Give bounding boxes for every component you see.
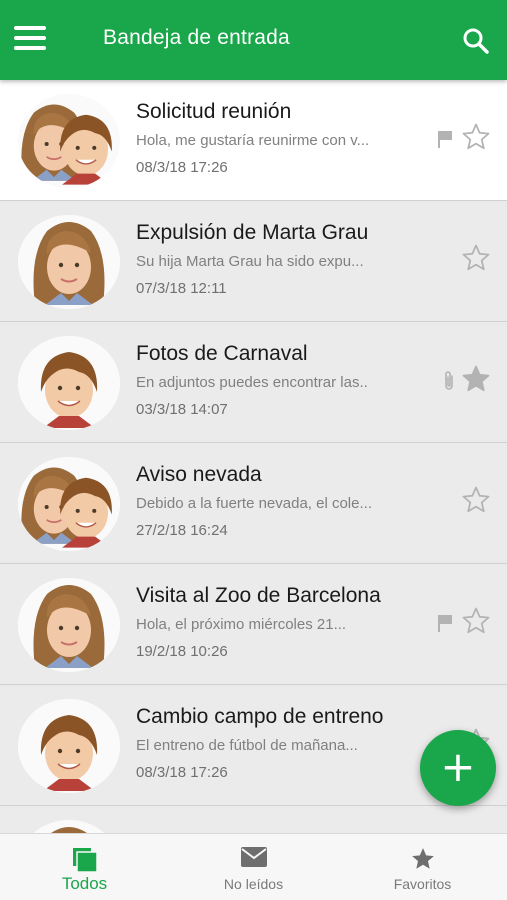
star-outline-icon[interactable] bbox=[461, 485, 491, 515]
tab-label: Favoritos bbox=[393, 876, 452, 892]
email-list: Solicitud reunión Hola, me gustaría reuni… bbox=[0, 80, 507, 833]
star-outline-icon[interactable] bbox=[461, 122, 491, 152]
avatar bbox=[18, 457, 120, 551]
email-text: Expulsión de Marta Grau Su hija Marta Gra… bbox=[136, 221, 426, 297]
email-date: 08/3/18 17:26 bbox=[136, 159, 228, 176]
email-subject: Solicitud reunión bbox=[136, 100, 292, 123]
avatar bbox=[18, 336, 120, 430]
bottom-nav: Todos No leídos Favoritos bbox=[0, 833, 507, 900]
compose-button[interactable]: + bbox=[420, 730, 496, 806]
email-list-item[interactable]: Visita al Zoo de Barcelona Hola, el próxi… bbox=[0, 564, 507, 685]
page-title: Bandeja de entrada bbox=[103, 26, 290, 49]
email-preview: Hola, me gustaría reunirme con v... bbox=[136, 132, 370, 149]
paperclip-icon bbox=[442, 370, 456, 392]
tab-todos[interactable]: Todos bbox=[0, 834, 169, 900]
email-text: Cambio campo de entreno El entreno de fút… bbox=[136, 705, 426, 781]
avatar bbox=[18, 215, 120, 309]
email-date: 08/3/18 17:26 bbox=[136, 764, 228, 781]
email-preview: Debido a la fuerte nevada, el cole... bbox=[136, 495, 372, 512]
avatar bbox=[18, 578, 120, 672]
email-date: 19/2/18 10:26 bbox=[136, 643, 228, 660]
email-list-item[interactable]: Solicitud reunión Hola, me gustaría reuni… bbox=[0, 80, 507, 201]
star-outline-icon[interactable] bbox=[461, 243, 491, 273]
email-preview: Su hija Marta Grau ha sido expu... bbox=[136, 253, 364, 270]
email-preview: El entreno de fútbol de mañana... bbox=[136, 737, 358, 754]
email-text: Aviso nevada Debido a la fuerte nevada, e… bbox=[136, 463, 426, 539]
menu-icon[interactable] bbox=[14, 26, 46, 52]
flag-icon[interactable] bbox=[437, 130, 453, 148]
avatar bbox=[18, 699, 120, 793]
star-filled-icon[interactable] bbox=[461, 364, 491, 394]
avatar bbox=[18, 94, 120, 188]
email-list-item[interactable]: Fotos de Carnaval En adjuntos puedes enco… bbox=[0, 322, 507, 443]
email-preview: Hola, el próximo miércoles 21... bbox=[136, 616, 347, 633]
search-icon[interactable] bbox=[461, 26, 491, 56]
tab-label: No leídos bbox=[223, 876, 284, 892]
email-text bbox=[136, 826, 426, 833]
email-subject: Aviso nevada bbox=[136, 463, 262, 486]
flag-icon[interactable] bbox=[437, 614, 453, 632]
envelope-icon bbox=[240, 846, 268, 872]
email-subject: Visita al Zoo de Barcelona bbox=[136, 584, 381, 607]
email-subject: Cambio campo de entreno bbox=[136, 705, 384, 728]
email-subject: Expulsión de Marta Grau bbox=[136, 221, 369, 244]
email-list-item[interactable]: Aviso nevada Debido a la fuerte nevada, e… bbox=[0, 443, 507, 564]
email-list-item[interactable] bbox=[0, 806, 507, 833]
email-date: 03/3/18 14:07 bbox=[136, 401, 228, 418]
star-icon bbox=[410, 846, 436, 876]
email-text: Fotos de Carnaval En adjuntos puedes enco… bbox=[136, 342, 426, 418]
email-text: Solicitud reunión Hola, me gustaría reuni… bbox=[136, 100, 426, 176]
tab-favoritos[interactable]: Favoritos bbox=[338, 834, 507, 900]
tab-label: Todos bbox=[61, 874, 108, 893]
star-outline-icon[interactable] bbox=[461, 606, 491, 636]
email-subject: Fotos de Carnaval bbox=[136, 342, 308, 365]
avatar bbox=[18, 820, 120, 833]
email-preview: En adjuntos puedes encontrar las.. bbox=[136, 374, 368, 391]
tab-no-leidos[interactable]: No leídos bbox=[169, 834, 338, 900]
app-bar: Bandeja de entrada bbox=[0, 0, 507, 80]
email-list-item[interactable]: Expulsión de Marta Grau Su hija Marta Gra… bbox=[0, 201, 507, 322]
email-date: 07/3/18 12:11 bbox=[136, 280, 227, 297]
email-text: Visita al Zoo de Barcelona Hola, el próxi… bbox=[136, 584, 426, 660]
email-date: 27/2/18 16:24 bbox=[136, 522, 228, 539]
